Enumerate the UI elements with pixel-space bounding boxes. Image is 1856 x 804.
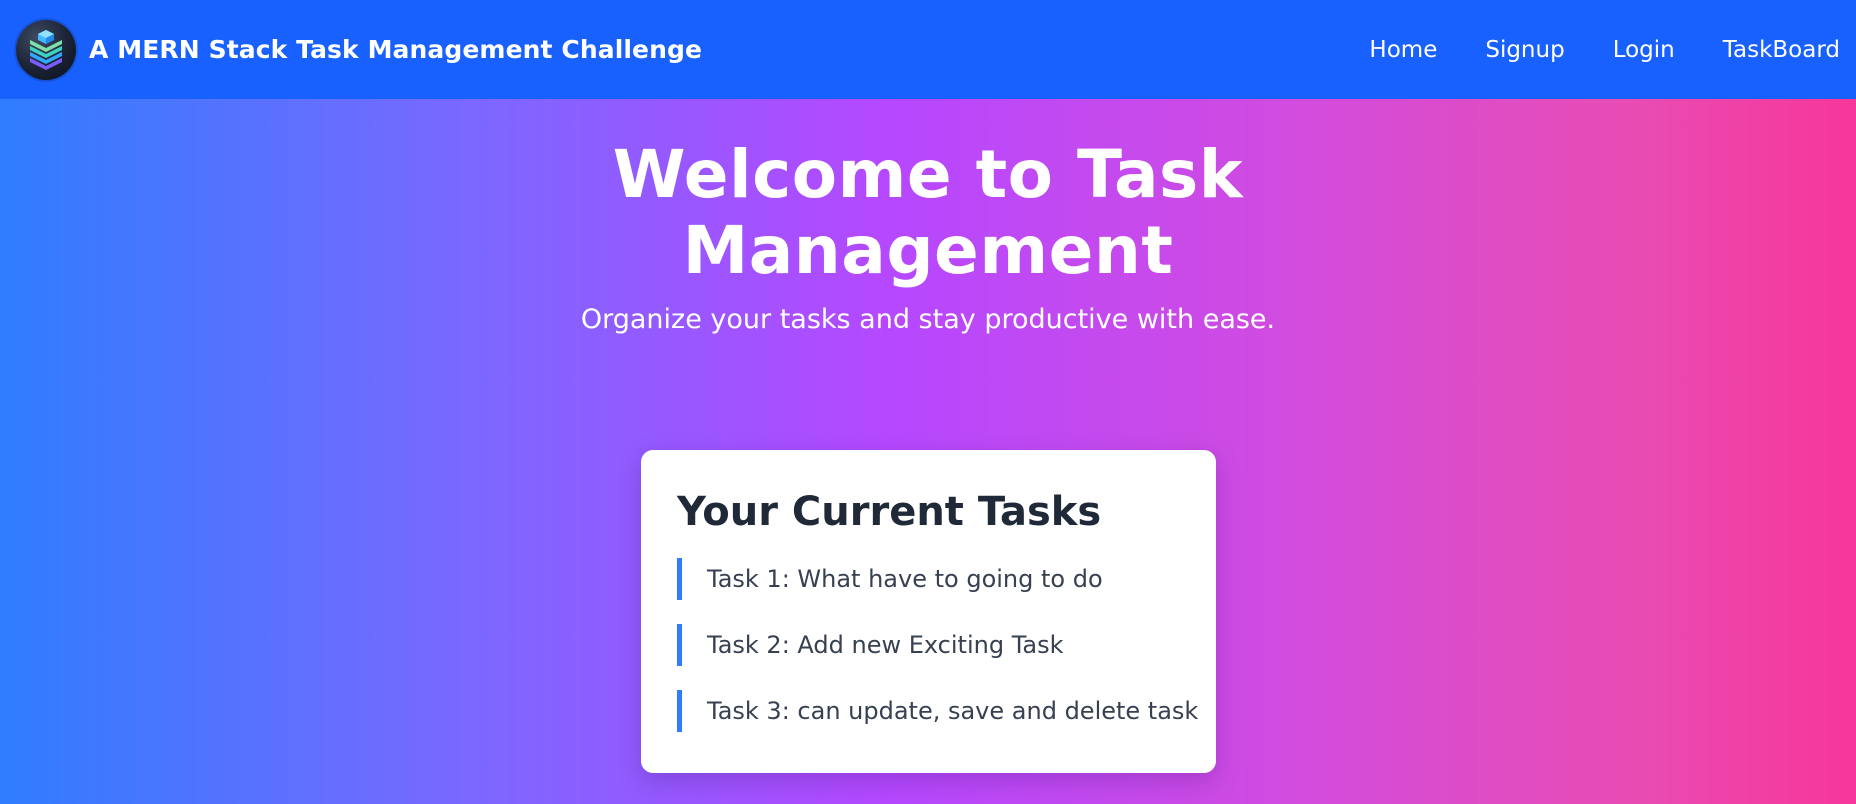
task-item: Task 2: Add new Exciting Task [677, 624, 1180, 666]
hero-title-line-2: Management [682, 212, 1174, 289]
nav-link-home[interactable]: Home [1369, 37, 1437, 63]
navbar: A MERN Stack Task Management Challenge H… [0, 0, 1856, 99]
current-tasks-card: Your Current Tasks Task 1: What have to … [641, 450, 1216, 773]
task-item: Task 1: What have to going to do [677, 558, 1180, 600]
current-tasks-title: Your Current Tasks [677, 489, 1102, 535]
nav-link-login[interactable]: Login [1613, 37, 1675, 63]
task-accent-bar [677, 624, 682, 666]
brand-title: A MERN Stack Task Management Challenge [89, 35, 703, 64]
task-text: Task 2: Add new Exciting Task [707, 631, 1064, 659]
task-accent-bar [677, 558, 682, 600]
nav-link-taskboard[interactable]: TaskBoard [1723, 37, 1840, 63]
nav-link-signup[interactable]: Signup [1485, 37, 1564, 63]
task-text: Task 1: What have to going to do [707, 565, 1103, 593]
hero-section: Welcome to Task Management Organize your… [0, 99, 1856, 804]
brand-link[interactable]: A MERN Stack Task Management Challenge [16, 19, 703, 80]
hero-title-line-1: Welcome to Task [612, 136, 1244, 213]
task-list: Task 1: What have to going to do Task 2:… [677, 558, 1198, 732]
task-text: Task 3: can update, save and delete task [707, 697, 1199, 725]
task-item: Task 3: can update, save and delete task [677, 690, 1198, 732]
layered-stack-logo-icon [16, 19, 76, 80]
nav-links: Home Signup Login TaskBoard [1321, 37, 1840, 63]
hero-title: Welcome to Task Management [0, 137, 1856, 289]
task-accent-bar [677, 690, 682, 732]
hero-subtitle: Organize your tasks and stay productive … [580, 304, 1276, 335]
